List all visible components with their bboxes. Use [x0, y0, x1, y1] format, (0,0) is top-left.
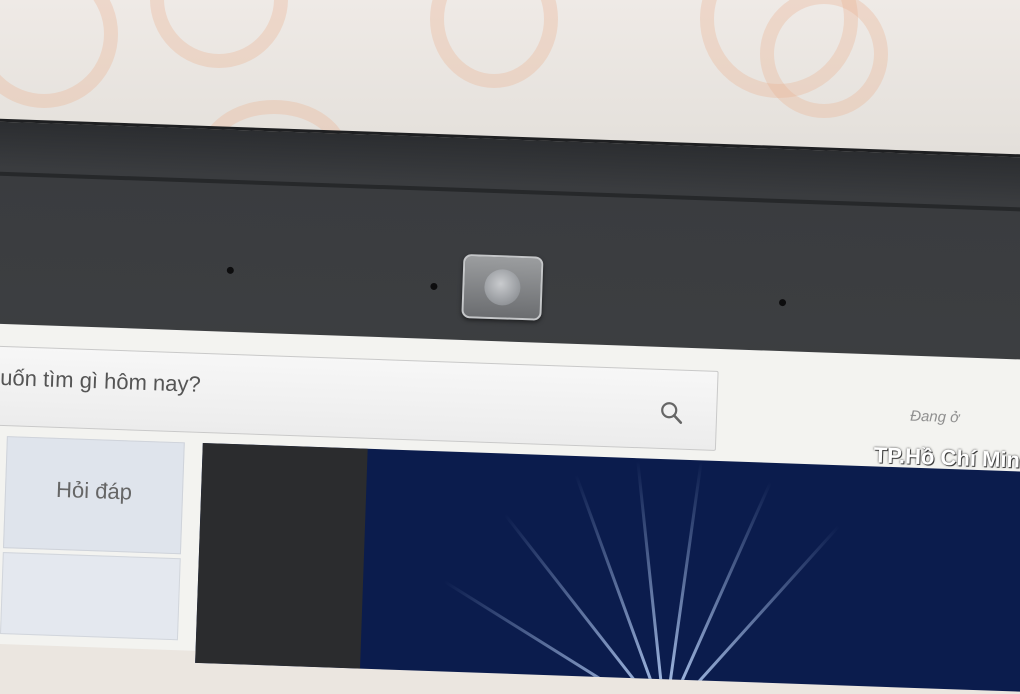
promo-banner[interactable]	[195, 442, 1020, 694]
laptop: muốn tìm gì hôm nay? Đang ở TP.Hồ Chí Mi…	[0, 118, 1020, 694]
secondary-tile[interactable]	[0, 552, 181, 641]
microphone-right	[778, 299, 787, 307]
search-placeholder: muốn tìm gì hôm nay?	[0, 364, 202, 397]
search-input[interactable]: muốn tìm gì hôm nay?	[0, 344, 719, 451]
wall-pattern-ring	[430, 0, 558, 88]
microphone-center	[430, 282, 438, 291]
search-icon[interactable]	[659, 400, 684, 425]
banner-dark-panel	[195, 442, 368, 669]
wall-pattern-ring	[150, 0, 288, 68]
webcam	[461, 253, 544, 321]
microphone-left	[226, 266, 234, 274]
wall-pattern-ring	[0, 0, 118, 108]
help-tile-label: Hỏi đáp	[55, 476, 133, 505]
light-ray	[663, 461, 703, 694]
bezel-edge	[0, 170, 1020, 213]
help-tile[interactable]: Hỏi đáp	[3, 436, 185, 555]
webcam-lens	[483, 268, 522, 306]
wall-pattern-ring	[760, 0, 888, 118]
laptop-screen: muốn tìm gì hôm nay? Đang ở TP.Hồ Chí Mi…	[0, 322, 1020, 694]
location-label: Đang ở	[909, 407, 960, 427]
light-ray	[663, 525, 841, 694]
